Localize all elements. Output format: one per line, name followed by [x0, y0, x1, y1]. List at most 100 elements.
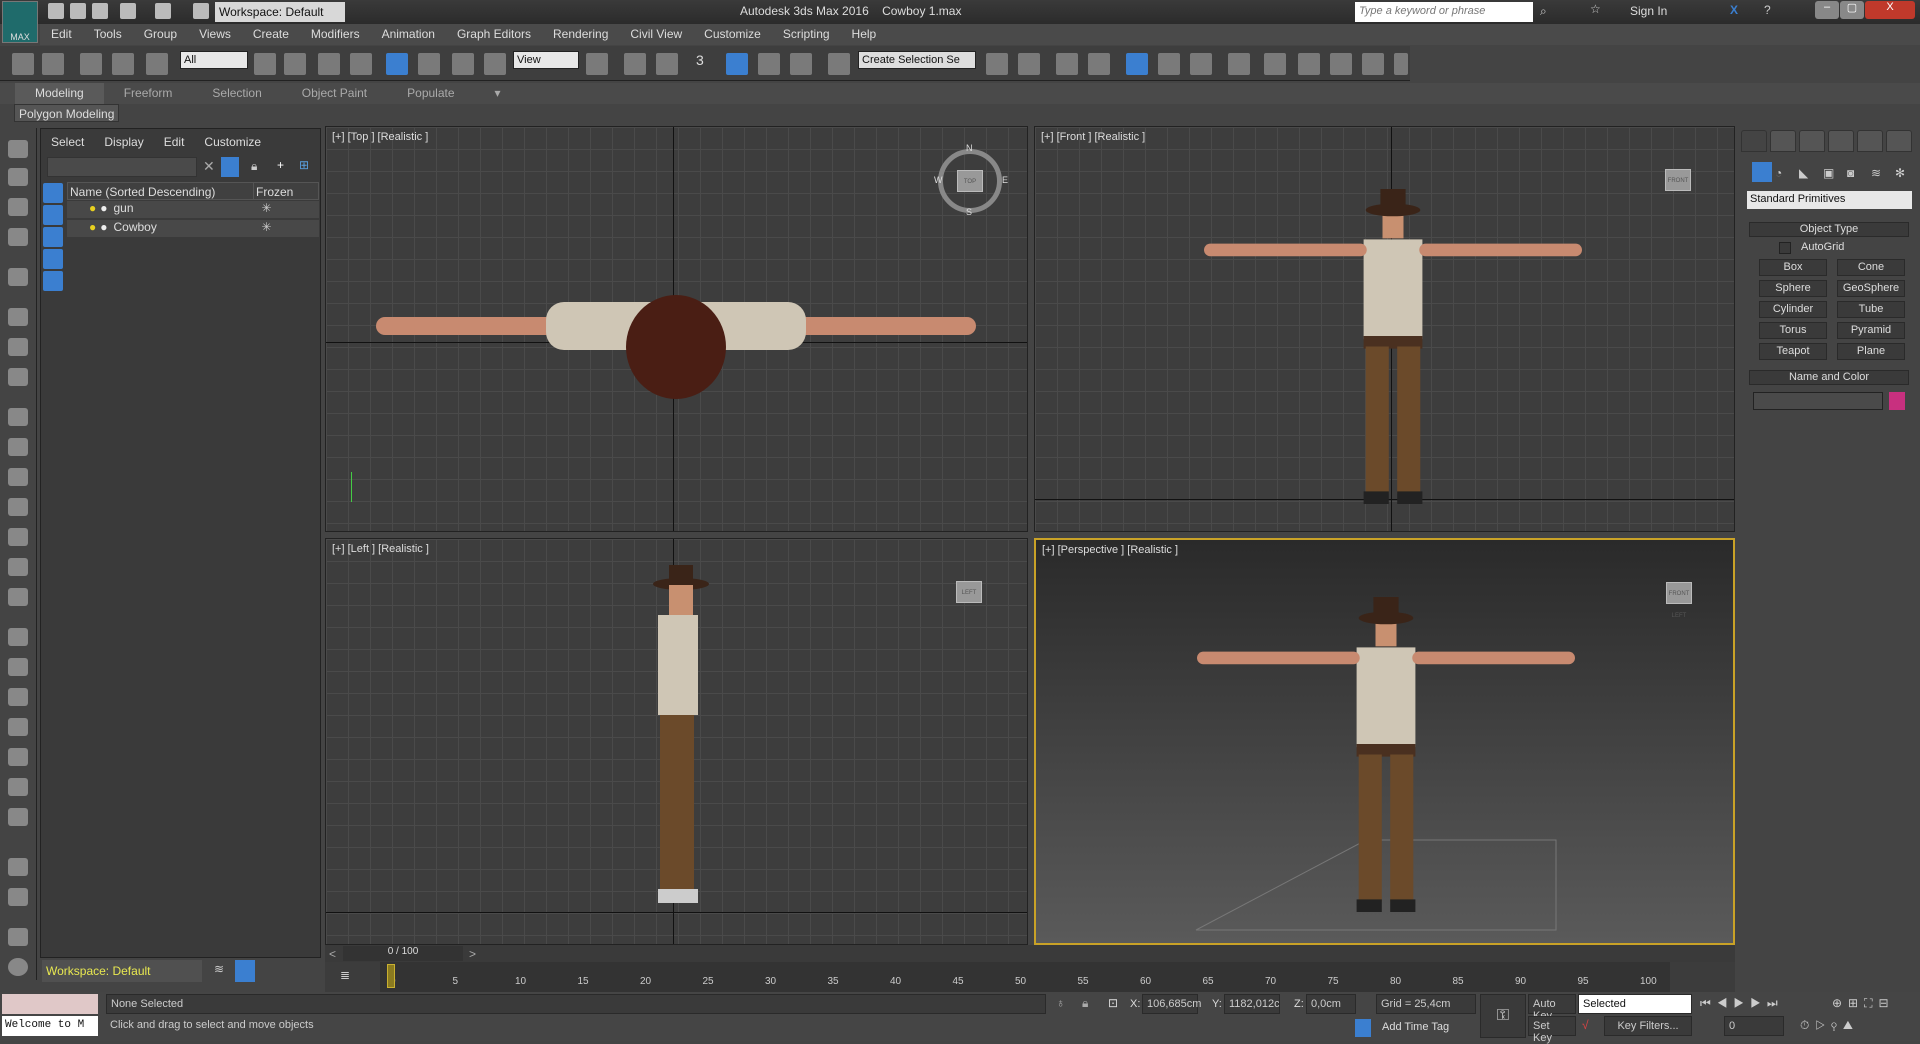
display-tab-icon[interactable]: [1857, 130, 1883, 152]
shape-icon[interactable]: [8, 438, 28, 456]
list-item[interactable]: ● ● gun ✳: [67, 201, 319, 219]
tube-button[interactable]: Tube: [1837, 301, 1905, 318]
create-teapot-icon[interactable]: [8, 140, 28, 158]
display-lights-icon[interactable]: [43, 227, 63, 247]
filter-icon[interactable]: [221, 157, 239, 177]
z-coordinate-input[interactable]: 0,0cm: [1306, 994, 1356, 1014]
hierarchy-view-icon[interactable]: [235, 960, 255, 982]
playback-controls[interactable]: ⏮◀▶▶⏭: [1700, 996, 1784, 1011]
polygon-modeling-panel[interactable]: Polygon Modeling: [14, 104, 120, 122]
schematic-view-icon[interactable]: [1190, 53, 1212, 75]
select-manipulate-icon[interactable]: [624, 53, 646, 75]
time-slider[interactable]: < 0 / 100 >: [325, 945, 1735, 962]
menu-help[interactable]: Help: [841, 24, 888, 45]
lights-icon[interactable]: ◣: [1799, 166, 1808, 180]
unlink-icon[interactable]: [112, 53, 134, 75]
grid-table-icon[interactable]: [8, 888, 28, 906]
time-tag-icon[interactable]: [1355, 1019, 1371, 1037]
cameras-icon[interactable]: ▣: [1823, 166, 1834, 180]
add-time-tag-button[interactable]: Add Time Tag: [1382, 1021, 1449, 1033]
plane-button[interactable]: Plane: [1837, 343, 1905, 360]
set-key-button[interactable]: Set Key: [1528, 1016, 1576, 1044]
tab-selection[interactable]: Selection: [192, 83, 281, 104]
undo-icon[interactable]: [12, 53, 34, 75]
display-cameras-icon[interactable]: [43, 249, 63, 269]
create-tab-icon[interactable]: [1741, 130, 1767, 152]
column-name[interactable]: Name (Sorted Descending): [68, 183, 253, 199]
project-folder-icon[interactable]: [193, 3, 209, 19]
menu-graph-editors[interactable]: Graph Editors: [446, 24, 542, 45]
light-bulb-icon[interactable]: ●: [89, 220, 96, 237]
viewport-front[interactable]: [+] [Front ] [Realistic ] FRONT: [1034, 126, 1735, 532]
maximize-button[interactable]: ▢: [1840, 1, 1864, 19]
object-type-rollout[interactable]: Object Type: [1749, 222, 1909, 237]
character-icon[interactable]: [8, 368, 28, 386]
add-selection-icon[interactable]: +: [277, 158, 284, 172]
cone-icon[interactable]: [8, 528, 28, 546]
save-icon[interactable]: [92, 3, 108, 19]
cone-button[interactable]: Cone: [1837, 259, 1905, 276]
sun-icon[interactable]: [8, 558, 28, 576]
menu-create[interactable]: Create: [242, 24, 300, 45]
display-helpers-icon[interactable]: [43, 271, 63, 291]
geosphere-button[interactable]: GeoSphere: [1837, 280, 1905, 297]
motion-tab-icon[interactable]: [1828, 130, 1854, 152]
shapes-icon[interactable]: ◔: [1775, 166, 1782, 180]
workspace-selector[interactable]: Workspace: Default: [42, 960, 202, 982]
utilities-tab-icon[interactable]: [1886, 130, 1912, 152]
help-icon[interactable]: [8, 958, 28, 976]
track-bar[interactable]: ≣ 05101520253035404550556065707580859095…: [325, 962, 1735, 992]
globe-icon[interactable]: [8, 718, 28, 736]
autogrid-checkbox[interactable]: [1779, 242, 1791, 254]
edit-named-selection-icon[interactable]: [828, 53, 850, 75]
bones-icon[interactable]: [8, 658, 28, 676]
material-icon[interactable]: [8, 588, 28, 606]
sign-in-button[interactable]: Sign In: [1630, 4, 1667, 18]
minimize-button[interactable]: –: [1815, 1, 1839, 19]
lock-icon[interactable]: 🔒︎: [251, 159, 257, 174]
explorer-menu-customize[interactable]: Customize: [204, 135, 261, 149]
viewport-left[interactable]: [+] [Left ] [Realistic ] LEFT: [325, 538, 1028, 945]
light-icon[interactable]: [8, 268, 28, 286]
selection-lock-icon[interactable]: 🔒︎: [1082, 996, 1088, 1011]
undo-icon[interactable]: [120, 3, 136, 19]
biped-icon[interactable]: [8, 688, 28, 706]
box-icon[interactable]: [8, 408, 28, 426]
explorer-menu-select[interactable]: Select: [51, 135, 84, 149]
align-icon[interactable]: [1018, 53, 1040, 75]
viewport-navigation-controls[interactable]: ⊕⊞⛶⊟: [1832, 996, 1895, 1011]
layers-icon[interactable]: ≋: [214, 962, 224, 976]
workspace-dropdown[interactable]: Workspace: Default: [215, 2, 345, 22]
ribbon-options-icon[interactable]: ▾: [475, 83, 521, 104]
place-icon[interactable]: [484, 53, 506, 75]
app-logo[interactable]: MAX: [2, 1, 38, 43]
viewcube[interactable]: FRONT LEFT: [1666, 582, 1692, 619]
auto-key-button[interactable]: Auto Key: [1528, 994, 1576, 1022]
menu-group[interactable]: Group: [133, 24, 188, 45]
frame-counter[interactable]: 0 / 100: [343, 946, 463, 961]
column-frozen[interactable]: Frozen: [253, 183, 295, 199]
tab-freeform[interactable]: Freeform: [104, 83, 193, 104]
scene-explorer-icon[interactable]: [1056, 53, 1078, 75]
render-production-icon[interactable]: [1330, 53, 1352, 75]
key-filters-button[interactable]: Key Filters...: [1604, 1016, 1692, 1036]
bind-space-warp-icon[interactable]: [146, 53, 168, 75]
menu-animation[interactable]: Animation: [371, 24, 446, 45]
dock-icon[interactable]: [8, 928, 28, 946]
open-file-icon[interactable]: [70, 3, 86, 19]
maxscript-listener-input[interactable]: Welcome to M: [2, 1016, 98, 1036]
keyboard-shortcut-override-icon[interactable]: [656, 53, 678, 75]
x-coordinate-input[interactable]: 106,685cm: [1142, 994, 1201, 1014]
redo-icon[interactable]: [42, 53, 64, 75]
new-file-icon[interactable]: [48, 3, 64, 19]
rotate-icon[interactable]: [418, 53, 440, 75]
named-selection-dropdown[interactable]: Create Selection Se: [858, 51, 976, 69]
teapot-button[interactable]: Teapot: [1759, 343, 1827, 360]
key-mode-dropdown[interactable]: Selected: [1578, 994, 1692, 1014]
toggle-ribbon-icon[interactable]: [1126, 53, 1148, 75]
rendered-frame-window-icon[interactable]: [1298, 53, 1320, 75]
set-key-mode-icon[interactable]: ⚿: [1480, 994, 1526, 1038]
exchange-icon[interactable]: X: [1730, 3, 1738, 17]
menu-customize[interactable]: Customize: [693, 24, 772, 45]
helpers-icon[interactable]: ◙: [1847, 166, 1854, 180]
